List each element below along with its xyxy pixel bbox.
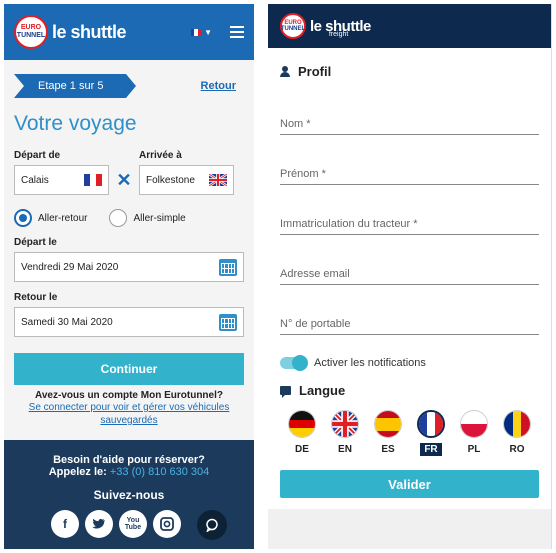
- romania-flag-icon: [503, 410, 531, 438]
- germany-flag-icon: [288, 410, 316, 438]
- notifications-row: Activer les notifications: [280, 355, 539, 371]
- notifications-toggle[interactable]: [280, 355, 308, 371]
- language-option-de[interactable]: DE: [284, 410, 320, 456]
- return-date-label: Retour le: [14, 292, 58, 303]
- departure-label: Départ de: [14, 150, 61, 161]
- spain-flag-icon: [374, 410, 402, 438]
- submit-button[interactable]: Valider: [280, 470, 539, 498]
- booking-screen: EURO TUNNEL le shuttle ▼ Etape 1 sur 5 R…: [4, 4, 254, 549]
- departure-select[interactable]: Calais: [14, 165, 109, 195]
- speech-bubble-icon: [280, 386, 291, 398]
- booking-form: Etape 1 sur 5 Retour Votre voyage Départ…: [4, 60, 254, 440]
- arrival-select[interactable]: Folkestone: [139, 165, 234, 195]
- profile-screen: EURO TUNNEL le shuttle freight Profil No…: [268, 4, 552, 549]
- arrival-label: Arrivée à: [139, 150, 182, 161]
- help-title: Besoin d'aide pour réserver?: [53, 454, 205, 466]
- language-option-es[interactable]: ES: [370, 410, 406, 456]
- first-name-field[interactable]: Prénom *: [280, 155, 539, 185]
- eurotunnel-logo[interactable]: EURO TUNNEL: [280, 13, 306, 39]
- brand-name: le shuttle: [52, 21, 127, 42]
- call-label: Appelez le:: [48, 466, 107, 478]
- step-indicator: Etape 1 sur 5: [14, 74, 136, 98]
- account-question: Avez-vous un compte Mon Eurotunnel?: [35, 390, 223, 401]
- language-option-en[interactable]: EN: [327, 410, 363, 456]
- calendar-icon[interactable]: [219, 258, 237, 276]
- uk-flag-icon: [209, 174, 227, 186]
- eurotunnel-logo[interactable]: EURO TUNNEL: [14, 15, 48, 49]
- brand-subtitle: freight: [328, 30, 349, 38]
- profile-section-title: Profil: [280, 64, 539, 79]
- person-icon: [280, 66, 290, 77]
- chat-icon[interactable]: [197, 510, 227, 540]
- trip-type-group: Aller-retour Aller-simple: [14, 209, 244, 227]
- one-way-label: Aller-simple: [133, 212, 186, 224]
- profile-form: Profil Nom * Prénom * Immatriculation du…: [268, 64, 551, 498]
- language-option-ro[interactable]: RO: [499, 410, 535, 456]
- follow-title: Suivez-nous: [93, 488, 165, 502]
- chevron-down-icon: ▼: [204, 27, 212, 37]
- social-links: f You Tube: [4, 510, 254, 540]
- language-picker: DE EN ES FR PL RO: [280, 410, 539, 456]
- mobile-number-field[interactable]: N° de portable: [280, 305, 539, 335]
- login-link[interactable]: Se connecter pour voir et gérer vos véhi…: [14, 401, 244, 427]
- france-flag-icon: [191, 28, 202, 36]
- poland-flag-icon: [460, 410, 488, 438]
- language-dropdown[interactable]: ▼: [191, 28, 212, 37]
- depart-date-field[interactable]: Vendredi 29 Mai 2020: [14, 252, 244, 282]
- phone-link[interactable]: +33 (0) 810 630 304: [110, 466, 209, 478]
- continue-button[interactable]: Continuer: [14, 353, 244, 385]
- depart-date-label: Départ le: [14, 237, 57, 248]
- help-footer: Besoin d'aide pour réserver? Appelez le:…: [4, 440, 254, 549]
- return-date-field[interactable]: Samedi 30 Mai 2020: [14, 307, 244, 337]
- swap-icon[interactable]: ✕: [109, 165, 139, 195]
- round-trip-label: Aller-retour: [38, 212, 88, 224]
- tractor-registration-field[interactable]: Immatriculation du tracteur *: [280, 205, 539, 235]
- top-bar: EURO TUNNEL le shuttle freight: [268, 4, 551, 48]
- email-field[interactable]: Adresse email: [280, 255, 539, 285]
- language-section-title: Langue: [280, 383, 539, 398]
- language-option-pl[interactable]: PL: [456, 410, 492, 456]
- last-name-field[interactable]: Nom *: [280, 105, 539, 135]
- menu-icon[interactable]: [230, 26, 244, 38]
- instagram-icon[interactable]: [153, 510, 181, 538]
- one-way-radio[interactable]: [109, 209, 128, 227]
- youtube-icon[interactable]: You Tube: [119, 510, 147, 538]
- facebook-icon[interactable]: f: [51, 510, 79, 538]
- round-trip-radio[interactable]: [14, 209, 32, 227]
- france-flag-icon: [417, 410, 445, 438]
- france-flag-icon: [84, 174, 102, 186]
- top-bar: EURO TUNNEL le shuttle ▼: [4, 4, 254, 60]
- back-link[interactable]: Retour: [201, 80, 236, 92]
- notifications-label: Activer les notifications: [314, 357, 426, 369]
- page-title: Votre voyage: [14, 112, 137, 135]
- twitter-icon[interactable]: [85, 510, 113, 538]
- uk-flag-icon: [331, 410, 359, 438]
- bottom-bar: [268, 509, 551, 549]
- calendar-icon[interactable]: [219, 313, 237, 331]
- language-option-fr[interactable]: FR: [413, 410, 449, 456]
